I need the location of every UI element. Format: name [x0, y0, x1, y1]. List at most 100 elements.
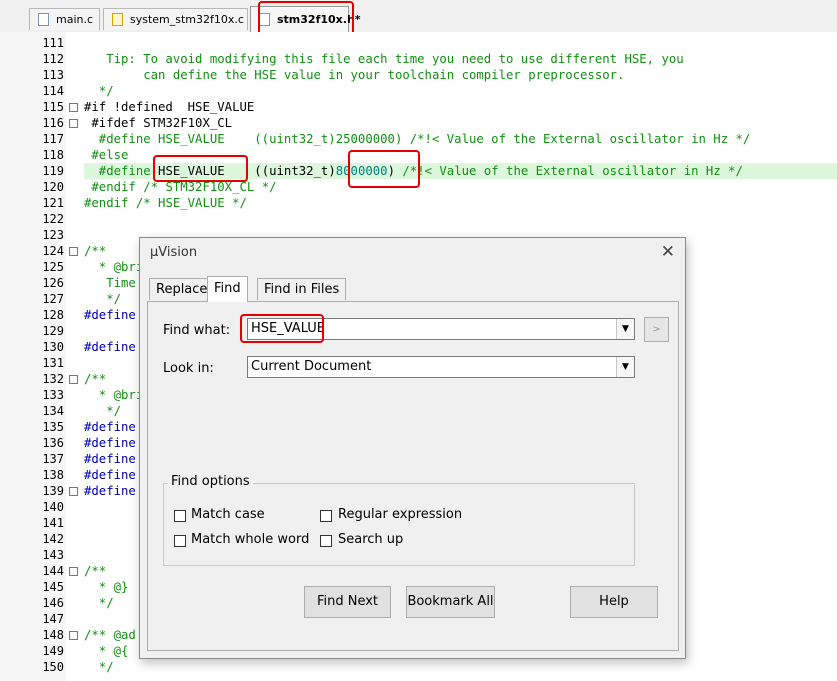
line-number: 116 — [42, 116, 64, 130]
highlight-box-find-what — [240, 314, 324, 343]
code-text: /** — [84, 243, 106, 259]
help-button[interactable]: Help — [570, 586, 658, 618]
code-token: */ — [84, 596, 114, 610]
code-token: /** — [84, 372, 107, 386]
line-number: 132 — [42, 372, 64, 386]
code-token: #endif — [84, 196, 136, 210]
chevron-down-icon[interactable]: ▼ — [616, 319, 634, 339]
find-what-label: Find what: — [163, 323, 231, 338]
code-token: #if !defined HSE_VALUE — [84, 100, 255, 114]
code-text: /** — [84, 563, 106, 579]
highlight-box-8000000 — [348, 150, 420, 188]
code-text: */ — [84, 291, 121, 307]
code-line: 116 #ifdef STM32F10X_CL — [0, 115, 837, 131]
highlight-box-active-tab — [258, 1, 354, 36]
match-whole-word-checkbox[interactable] — [174, 535, 186, 547]
code-token: #define — [84, 436, 136, 450]
look-in-select[interactable]: Current Document ▼ — [247, 356, 635, 378]
code-text: * @{ — [84, 643, 129, 659]
tab-main-c[interactable]: main.c — [29, 8, 100, 30]
code-token: /** — [84, 244, 107, 258]
line-number: 127 — [42, 292, 64, 306]
line-number: 114 — [42, 84, 64, 98]
find-dialog: µVision ✕ Replace Find Find in Files Fin… — [139, 237, 686, 659]
chevron-down-icon[interactable]: ▼ — [616, 357, 634, 377]
regular-expression-checkbox[interactable] — [320, 510, 332, 522]
code-text: Time — [84, 275, 136, 291]
code-text: */ — [84, 659, 114, 675]
line-number: 113 — [42, 68, 64, 82]
line-number: 119 — [42, 164, 64, 178]
code-token: #define HSE_VALUE ((uint32_t)25000000) /… — [84, 132, 751, 146]
code-token: /* STM32F10X_CL */ — [143, 180, 277, 194]
line-number: 149 — [42, 644, 64, 658]
line-number: 143 — [42, 548, 64, 562]
line-number: 134 — [42, 404, 64, 418]
fold-toggle-icon[interactable] — [69, 119, 78, 128]
code-text: #else — [84, 147, 128, 163]
code-text: * @} — [84, 579, 129, 595]
match-whole-word-label[interactable]: Match whole word — [191, 532, 309, 547]
code-line: 111 — [0, 35, 837, 51]
code-token: */ — [84, 660, 114, 674]
tab-find-in-files[interactable]: Find in Files — [257, 278, 347, 300]
code-text: #endif /* HSE_VALUE */ — [84, 195, 247, 211]
tab-system-stm32f10x-c[interactable]: system_stm32f10x.c — [103, 8, 248, 30]
fold-toggle-icon[interactable] — [69, 567, 78, 576]
code-token: * @bri — [84, 388, 144, 402]
code-line: 121 #endif /* HSE_VALUE */ — [0, 195, 837, 211]
find-panel: Find what: HSE_VALUE ▼ > Look in: Curren… — [147, 301, 679, 651]
search-up-label[interactable]: Search up — [338, 532, 403, 547]
code-token: /** @ad — [84, 628, 136, 642]
code-token: #define — [84, 420, 136, 434]
match-case-label[interactable]: Match case — [191, 507, 265, 522]
fold-toggle-icon[interactable] — [69, 375, 78, 384]
regular-expression-label[interactable]: Regular expression — [338, 507, 462, 522]
bookmark-all-button[interactable]: Bookmark All — [406, 586, 495, 618]
code-text: */ — [84, 83, 114, 99]
c-file-icon — [112, 13, 123, 26]
fold-toggle-icon[interactable] — [69, 487, 78, 496]
line-number: 117 — [42, 132, 64, 146]
tab-replace[interactable]: Replace — [149, 278, 215, 300]
close-icon[interactable]: ✕ — [661, 242, 675, 262]
line-number: 126 — [42, 276, 64, 290]
code-text: /** @ad — [84, 627, 136, 643]
code-text: * @bri — [84, 387, 143, 403]
code-line: 114 */ — [0, 83, 837, 99]
code-token: /* HSE_VALUE */ — [135, 196, 247, 210]
code-token: */ — [84, 404, 122, 418]
code-token: * @} — [84, 580, 129, 594]
line-number: 140 — [42, 500, 64, 514]
tab-find[interactable]: Find — [207, 276, 248, 302]
find-next-button[interactable]: Find Next — [304, 586, 391, 618]
code-line: 122 — [0, 211, 837, 227]
code-token: #define — [84, 452, 136, 466]
line-number: 123 — [42, 228, 64, 242]
line-number: 136 — [42, 436, 64, 450]
line-number: 130 — [42, 340, 64, 354]
match-case-checkbox[interactable] — [174, 510, 186, 522]
line-number: 137 — [42, 452, 64, 466]
code-token: #define — [84, 468, 136, 482]
fold-toggle-icon[interactable] — [69, 247, 78, 256]
code-token: #define — [84, 308, 136, 322]
line-number: 121 — [42, 196, 64, 210]
line-number: 139 — [42, 484, 64, 498]
code-text: #if !defined HSE_VALUE — [84, 99, 254, 115]
code-token: can define the HSE value in your toolcha… — [84, 68, 625, 82]
code-text: */ — [84, 403, 121, 419]
line-number: 122 — [42, 212, 64, 226]
code-token: #ifdef STM32F10X_CL — [84, 116, 233, 130]
fold-toggle-icon[interactable] — [69, 631, 78, 640]
code-token: * @{ — [84, 644, 129, 658]
line-number: 111 — [42, 36, 64, 50]
code-text: */ — [84, 595, 114, 611]
find-options-group — [163, 483, 635, 566]
search-up-checkbox[interactable] — [320, 535, 332, 547]
code-token: Time — [84, 276, 136, 290]
fold-toggle-icon[interactable] — [69, 103, 78, 112]
regex-helper-button[interactable]: > — [644, 317, 669, 342]
code-text: #ifdef STM32F10X_CL — [84, 115, 232, 131]
code-text: can define the HSE value in your toolcha… — [84, 67, 624, 83]
